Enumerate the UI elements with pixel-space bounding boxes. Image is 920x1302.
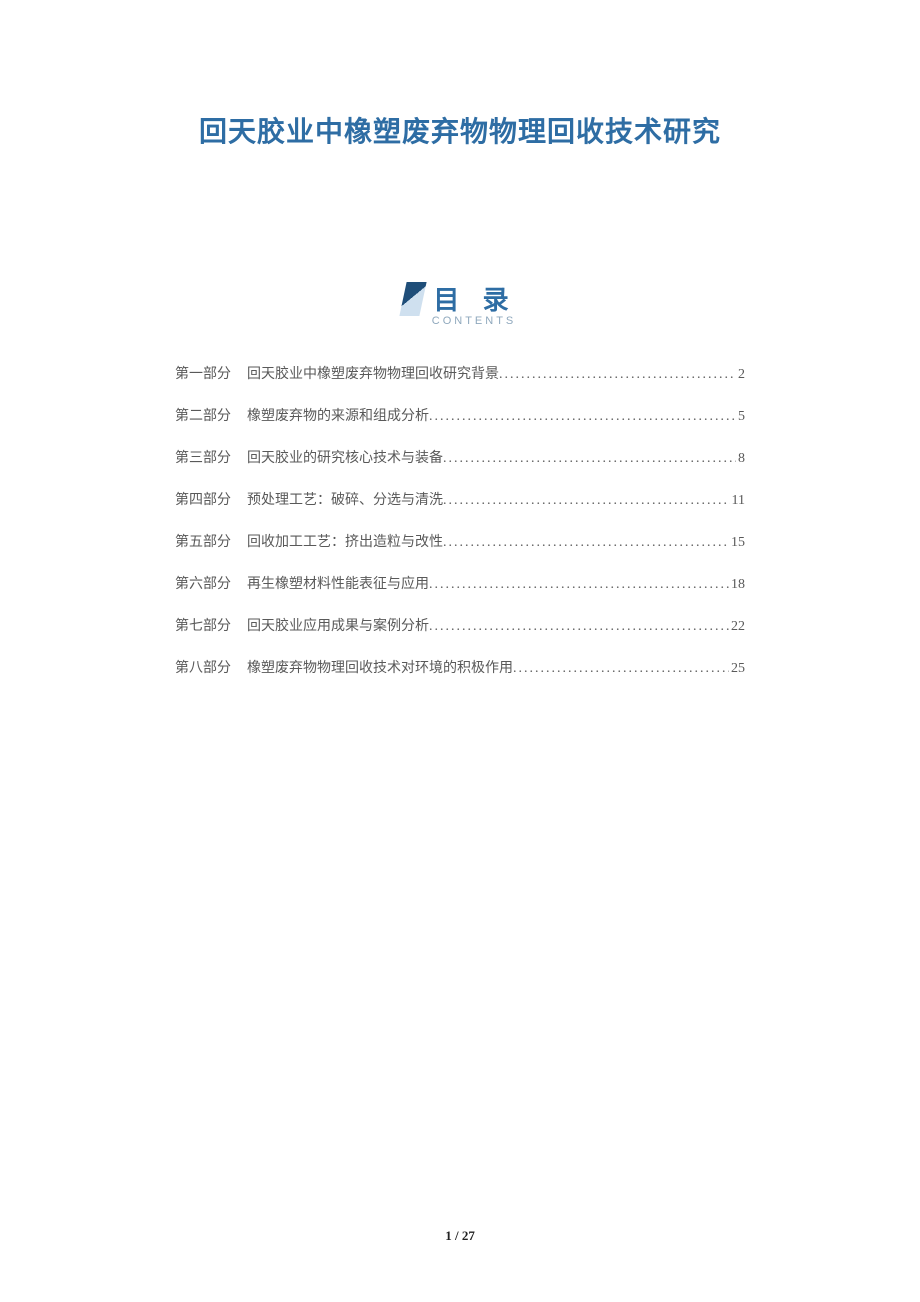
toc-page: 18 [729,577,745,593]
toc-line: 第二部分 橡塑废弃物的来源和组成分析 5 [175,405,745,425]
toc-entry: 回收加工工艺：挤出造粒与改性 [247,531,443,551]
toc-header: 目 录 CONTENTS [120,280,800,327]
toc-body: 第一部分 回天胶业中橡塑废弃物物理回收研究背景 2 第二部分 橡塑废弃物的来源和… [120,363,800,677]
toc-line: 第七部分 回天胶业应用成果与案例分析 22 [175,615,745,635]
toc-dots [499,367,736,383]
toc-page: 8 [736,451,745,467]
toc-dots [443,451,736,467]
toc-part: 第六部分 [175,573,231,593]
toc-label-en: CONTENTS [432,315,517,327]
toc-page: 22 [729,619,745,635]
toc-page: 11 [730,493,745,509]
toc-entry: 再生橡塑材料性能表征与应用 [247,573,429,593]
toc-part: 第二部分 [175,405,231,425]
toc-page: 5 [736,409,745,425]
toc-part: 第八部分 [175,657,231,677]
toc-dots [443,535,729,551]
toc-entry: 回天胶业的研究核心技术与装备 [247,447,443,467]
toc-entry: 橡塑废弃物物理回收技术对环境的积极作用 [247,657,513,677]
toc-entry: 回天胶业应用成果与案例分析 [247,615,429,635]
toc-part: 第三部分 [175,447,231,467]
toc-line: 第五部分 回收加工工艺：挤出造粒与改性 15 [175,531,745,551]
toc-line: 第六部分 再生橡塑材料性能表征与应用 18 [175,573,745,593]
footer-total: 27 [462,1228,475,1243]
footer-sep: / [452,1228,462,1243]
toc-dots [429,577,729,593]
toc-decor-icon [400,282,427,316]
toc-page: 25 [729,661,745,677]
toc-part: 第四部分 [175,489,231,509]
toc-entry: 橡塑废弃物的来源和组成分析 [247,405,429,425]
page-footer: 1 / 27 [0,1228,920,1244]
toc-line: 第八部分 橡塑废弃物物理回收技术对环境的积极作用 25 [175,657,745,677]
toc-dots [513,661,729,677]
toc-part: 第七部分 [175,615,231,635]
toc-line: 第三部分 回天胶业的研究核心技术与装备 8 [175,447,745,467]
toc-entry: 预处理工艺：破碎、分选与清洗 [247,489,443,509]
toc-line: 第四部分 预处理工艺：破碎、分选与清洗 11 [175,489,745,509]
toc-entry: 回天胶业中橡塑废弃物物理回收研究背景 [247,363,499,383]
toc-line: 第一部分 回天胶业中橡塑废弃物物理回收研究背景 2 [175,363,745,383]
toc-header-row: 目 录 [403,280,516,317]
toc-dots [429,619,729,635]
page: 回天胶业中橡塑废弃物物理回收技术研究 目 录 CONTENTS 第一部分 回天胶… [0,0,920,1302]
toc-part: 第一部分 [175,363,231,383]
toc-label-cn: 目 录 [433,280,516,317]
toc-part: 第五部分 [175,531,231,551]
toc-dots [429,409,736,425]
toc-dots [443,493,730,509]
toc-page: 2 [736,367,745,383]
document-title: 回天胶业中橡塑废弃物物理回收技术研究 [120,110,800,150]
toc-page: 15 [729,535,745,551]
